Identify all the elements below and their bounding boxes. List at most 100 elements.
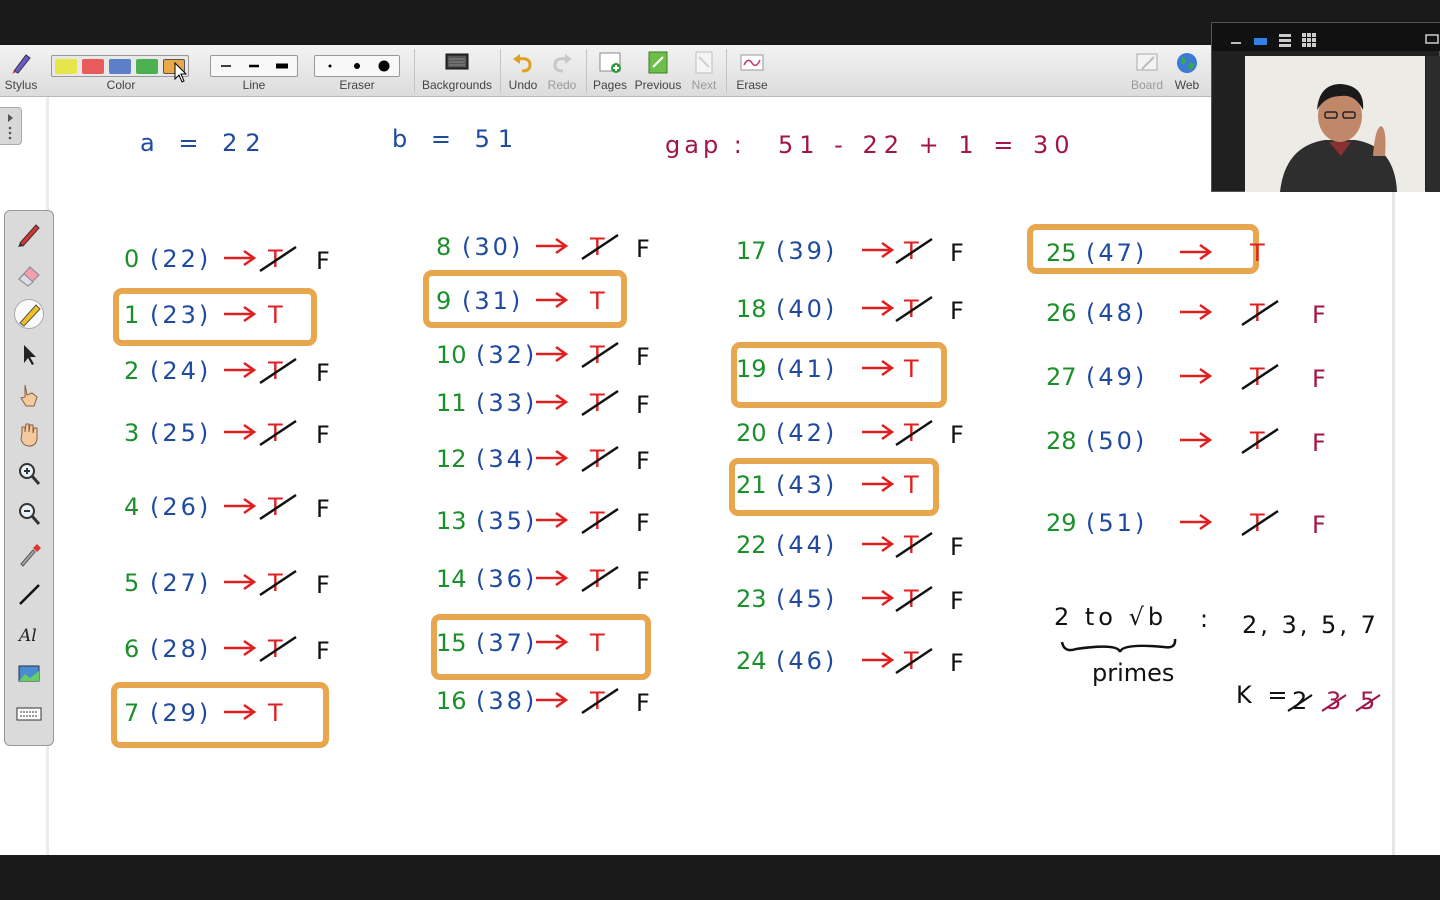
column-17-to-24: 17 (39) T F18 (40) T F19 (41) T20 (42) T F21 (43) T22…	[736, 237, 964, 677]
green-swatch[interactable]	[136, 59, 158, 74]
thin-line-option[interactable]	[213, 58, 239, 74]
medium-eraser-option[interactable]	[344, 58, 370, 74]
struck-true-mark: T	[267, 245, 283, 273]
arrow-stroke	[224, 639, 257, 657]
zoom-out-tool[interactable]	[14, 499, 44, 529]
entry-row: 6 (28) T F	[124, 635, 330, 665]
touch-hand-icon	[20, 384, 38, 407]
pan-tool[interactable]	[14, 419, 44, 449]
arrow-stroke	[862, 589, 895, 607]
entry-row: 16 (38) T F	[436, 687, 650, 717]
pen-icon	[18, 224, 40, 247]
eraser-icon	[18, 266, 40, 287]
eyedropper-tool[interactable]	[14, 539, 44, 569]
false-result: F	[316, 247, 330, 275]
arrow-stroke	[1180, 303, 1213, 321]
entry-index: 6	[124, 635, 139, 663]
arrow-stroke	[1180, 367, 1213, 385]
web-button[interactable]: Web	[1168, 45, 1206, 97]
entry-row: 14 (36) T F	[436, 565, 650, 595]
eraser-tool[interactable]	[14, 259, 44, 289]
red-swatch[interactable]	[82, 59, 104, 74]
arrow-stroke	[1180, 431, 1213, 449]
entry-row: 4 (26) T F	[124, 493, 330, 523]
arrow-stroke	[224, 497, 257, 515]
entry-row: 19 (41) T	[736, 355, 919, 383]
arrow-stroke	[536, 569, 569, 587]
struck-true-mark: T	[903, 531, 919, 559]
false-result: F	[636, 567, 650, 595]
color-group: Color	[51, 45, 191, 97]
line-label: Line	[242, 78, 266, 92]
primes-word-note: primes	[1092, 659, 1174, 687]
redo-button[interactable]: Redo	[544, 45, 580, 97]
pages-button[interactable]: Pages	[590, 45, 630, 97]
small-eraser-option[interactable]	[317, 58, 343, 74]
arrow-stroke	[536, 511, 569, 529]
web-label: Web	[1174, 78, 1200, 92]
keyboard-tool[interactable]	[14, 699, 44, 729]
backgrounds-button[interactable]: Backgrounds	[418, 45, 496, 97]
struck-true-mark: T	[1249, 363, 1265, 391]
false-result: F	[636, 343, 650, 371]
large-eraser-option[interactable]	[371, 58, 397, 74]
presenter-silhouette	[1245, 56, 1425, 192]
entry-value: (25)	[150, 419, 211, 447]
board-button[interactable]: Board	[1126, 45, 1168, 97]
undo-label: Undo	[508, 78, 538, 92]
true-result: T	[267, 301, 283, 329]
touch-tool[interactable]	[14, 379, 44, 409]
false-result: F	[316, 571, 330, 599]
thick-line-option[interactable]	[269, 58, 295, 74]
text-tool[interactable]: Al	[14, 619, 44, 649]
struck-true-mark: T	[589, 565, 605, 593]
false-result: F	[950, 421, 964, 449]
select-tool[interactable]	[14, 339, 44, 369]
entry-row: 9 (31) T	[436, 287, 605, 315]
entry-row: 26 (48) T F	[1046, 299, 1326, 329]
entry-index: 1	[124, 301, 139, 329]
medium-line-option[interactable]	[241, 58, 267, 74]
zoom-in-tool[interactable]	[14, 459, 44, 489]
pen-tool[interactable]	[14, 219, 44, 249]
true-result: T	[589, 629, 605, 657]
zoom-in-icon	[19, 463, 41, 485]
true-result: T	[903, 471, 919, 499]
undo-button[interactable]: Undo	[504, 45, 542, 97]
screen-capture-tool[interactable]	[14, 659, 44, 689]
svg-text:Al: Al	[17, 626, 37, 646]
screen: Stylus Color Line Eraser Backgrounds Und…	[0, 0, 1440, 900]
entry-index: 23	[736, 585, 767, 613]
next-page-button[interactable]: Next	[688, 45, 720, 97]
false-result: F	[950, 297, 964, 325]
arrow-stroke	[536, 291, 569, 309]
entry-value: (39)	[776, 237, 837, 265]
blue-swatch[interactable]	[109, 59, 131, 74]
erase-all-button[interactable]: Erase	[730, 45, 774, 97]
entry-row: 23 (45) T F	[736, 585, 964, 615]
yellow-swatch[interactable]	[55, 59, 77, 74]
entry-index: 10	[436, 341, 467, 369]
previous-label: Previous	[634, 78, 682, 92]
entry-row: 7 (29) T	[124, 699, 283, 727]
stylus-button[interactable]: Stylus	[0, 45, 42, 97]
erase-icon	[740, 54, 764, 71]
struck-true-mark: T	[903, 585, 919, 613]
primes-colon: :	[1200, 605, 1208, 633]
highlighter-tool[interactable]	[14, 299, 44, 329]
arrow-stroke	[1180, 243, 1213, 261]
entry-value: (44)	[776, 531, 837, 559]
side-panel-toggle[interactable]	[0, 107, 22, 145]
entry-value: (38)	[476, 687, 537, 715]
arrow-stroke	[536, 633, 569, 651]
true-result: T	[1249, 239, 1265, 267]
previous-page-button[interactable]: Previous	[632, 45, 684, 97]
line-tool[interactable]	[14, 579, 44, 609]
video-tile-controls	[1212, 23, 1440, 51]
entry-row: 24 (46) T F	[736, 647, 964, 677]
gallery-view-icon	[1302, 33, 1316, 47]
struck-true-mark: T	[589, 507, 605, 535]
underbrace-stroke	[1060, 638, 1177, 653]
entry-value: (24)	[150, 357, 211, 385]
pointer-icon	[24, 345, 36, 365]
